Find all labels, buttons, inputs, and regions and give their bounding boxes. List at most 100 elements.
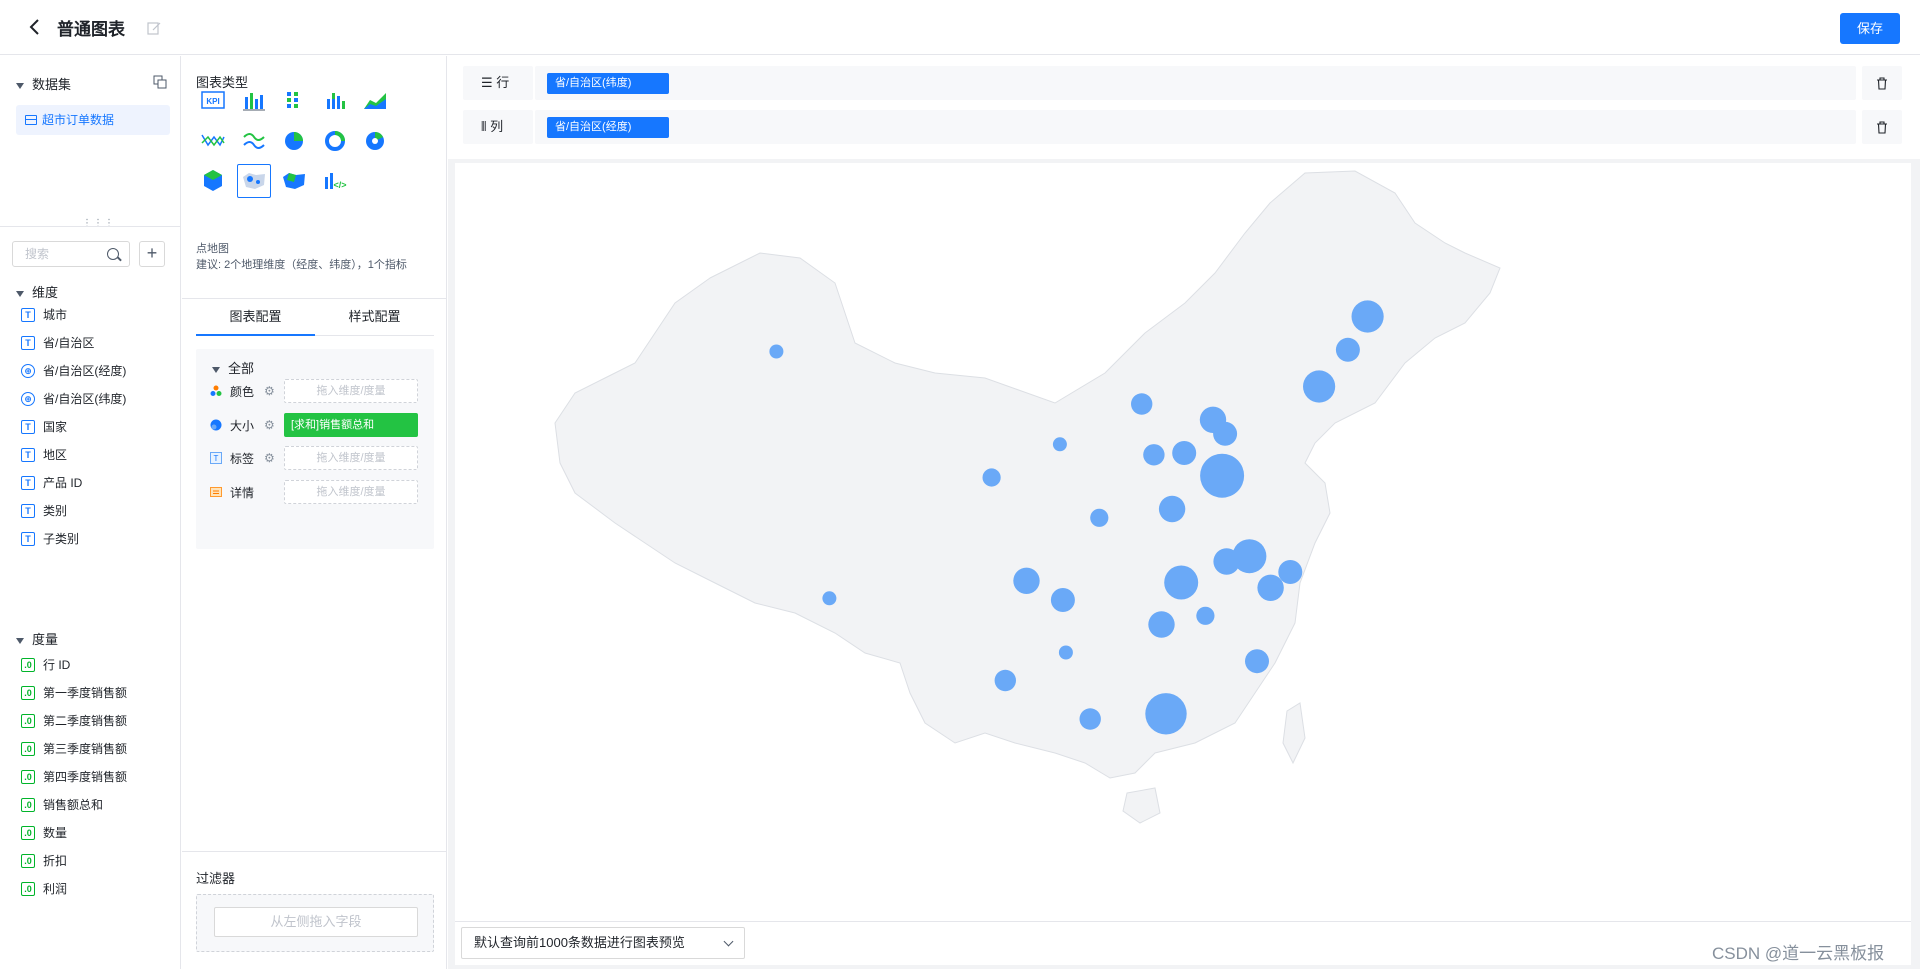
column-shelf-drop[interactable]: 省/自治区(经度) (535, 110, 1856, 144)
dimension-field[interactable]: ⊕ 省/自治区(纬度) (21, 389, 126, 409)
measure-field[interactable]: .0 第三季度销售额 (21, 739, 127, 759)
map-bubble[interactable] (822, 591, 837, 606)
dimension-field[interactable]: T 产品 ID (21, 473, 82, 493)
map-bubble[interactable] (1145, 693, 1187, 735)
preview-limit-select[interactable]: 默认查询前1000条数据进行图表预览 (461, 927, 745, 959)
map-bubble[interactable] (1278, 560, 1303, 584)
filter-drop-zone[interactable]: 从左侧拖入字段 (196, 894, 434, 952)
map-bubble[interactable] (1303, 370, 1336, 403)
map-bubble[interactable] (1050, 588, 1075, 612)
map-bubble[interactable] (994, 669, 1016, 692)
chart-type-option[interactable] (358, 124, 392, 158)
map-bubble[interactable] (1090, 508, 1109, 527)
map-bubble[interactable] (1143, 444, 1165, 466)
filter-title: 过滤器 (196, 871, 236, 886)
text-field-icon: T (21, 336, 35, 350)
measure-field[interactable]: .0 数量 (21, 823, 67, 843)
dimension-field[interactable]: T 类别 (21, 501, 67, 521)
dimension-field[interactable]: T 子类别 (21, 529, 79, 549)
point-map-icon (242, 173, 265, 189)
chart-type-option[interactable] (277, 84, 311, 118)
map-bubble[interactable] (1172, 441, 1197, 465)
chart-type-option[interactable] (318, 84, 352, 118)
chart-type-option[interactable] (277, 124, 311, 158)
row-delete-button[interactable] (1862, 66, 1902, 100)
map-bubble[interactable] (1058, 645, 1073, 660)
chart-type-option[interactable] (196, 164, 230, 198)
resize-handle[interactable]: ⋮⋮⋮ (82, 218, 115, 229)
dimension-field[interactable]: T 国家 (21, 417, 67, 437)
dimension-field[interactable]: T 城市 (21, 305, 67, 325)
map-bubble[interactable] (1131, 393, 1153, 415)
map-bubble[interactable] (1335, 337, 1360, 362)
map-bubble[interactable] (1351, 300, 1384, 333)
gear-icon[interactable]: ⚙ (264, 451, 275, 465)
dimension-field[interactable]: T 省/自治区 (21, 333, 94, 353)
measure-field[interactable]: .0 第一季度销售额 (21, 683, 127, 703)
chart-type-option[interactable] (237, 124, 271, 158)
chart-type-option[interactable] (236, 164, 271, 198)
dimension-field[interactable]: ⊕ 省/自治区(经度) (21, 361, 126, 381)
dimension-section-title[interactable]: 维度 (16, 282, 58, 301)
text-field-icon: T (21, 308, 35, 322)
dataset-section-title[interactable]: 数据集 (16, 74, 71, 93)
label-drop-zone[interactable]: 拖入维度/度量 (284, 446, 418, 470)
map-bubble[interactable] (1164, 565, 1199, 600)
gear-icon[interactable]: ⚙ (264, 418, 275, 432)
map-bubble[interactable] (1013, 567, 1040, 594)
chart-type-option[interactable] (277, 164, 311, 198)
map-bubble[interactable] (1245, 649, 1269, 674)
back-arrow-icon[interactable] (24, 16, 46, 38)
dataset-item[interactable]: 超市订单数据 (16, 105, 170, 135)
chart-type-option[interactable] (358, 84, 392, 118)
detail-drop-zone[interactable]: 拖入维度/度量 (284, 480, 418, 504)
header-bar: 普通图表 保存 (0, 0, 1920, 55)
tab-style-config[interactable]: 样式配置 (315, 300, 434, 336)
chart-type-option[interactable] (237, 84, 271, 118)
chart-type-option[interactable] (318, 124, 352, 158)
watermark: CSDN @道一云黑板报 (1712, 944, 1885, 963)
chart-type-option[interactable]: KPI (196, 84, 230, 118)
column-delete-button[interactable] (1862, 110, 1902, 144)
add-field-button[interactable]: + (139, 241, 165, 267)
measure-field[interactable]: .0 行 ID (21, 655, 70, 675)
map-bubble[interactable] (1200, 453, 1245, 498)
divider (0, 226, 181, 227)
map-bubble[interactable] (982, 468, 1001, 487)
config-group-all[interactable]: 全部 (212, 358, 254, 377)
color-drop-zone[interactable]: 拖入维度/度量 (284, 379, 418, 403)
chart-type-option[interactable]: </> (318, 164, 352, 198)
row-field-pill[interactable]: 省/自治区(纬度) (547, 73, 669, 94)
map-bubble[interactable] (1257, 574, 1284, 601)
svg-text:T: T (214, 454, 219, 463)
measure-field[interactable]: .0 利润 (21, 879, 67, 899)
map-bubble[interactable] (769, 344, 784, 359)
measure-field[interactable]: .0 销售额总和 (21, 795, 103, 815)
map-bubble[interactable] (1052, 437, 1067, 452)
map-bubble[interactable] (1079, 708, 1101, 730)
map-bubble[interactable] (1148, 611, 1175, 638)
field-search-input[interactable]: 搜索 (12, 241, 130, 267)
map-bubble[interactable] (1158, 495, 1186, 523)
size-field-pill[interactable]: [求和]销售额总和 (284, 413, 418, 437)
measure-field[interactable]: .0 折扣 (21, 851, 67, 871)
switch-dataset-icon[interactable] (153, 75, 167, 89)
measure-field[interactable]: .0 第二季度销售额 (21, 711, 127, 731)
tab-chart-config[interactable]: 图表配置 (196, 300, 315, 336)
save-button[interactable]: 保存 (1840, 13, 1900, 44)
china-map-shape (554, 170, 1501, 779)
gear-icon[interactable]: ⚙ (264, 384, 275, 398)
dimension-field[interactable]: T 地区 (21, 445, 67, 465)
row-shelf-drop[interactable]: 省/自治区(纬度) (535, 66, 1856, 100)
map-bubble[interactable] (1213, 548, 1240, 575)
chevron-down-icon (723, 936, 734, 947)
chart-type-option[interactable] (196, 124, 230, 158)
edit-icon[interactable] (146, 20, 162, 36)
measure-section-title[interactable]: 度量 (16, 629, 58, 648)
column-field-pill[interactable]: 省/自治区(经度) (547, 117, 669, 138)
map-bubble[interactable] (1196, 606, 1215, 625)
config-tabs: 图表配置 样式配置 (196, 300, 434, 336)
map-bubble[interactable] (1213, 421, 1238, 446)
map-canvas[interactable] (455, 163, 1911, 921)
measure-field[interactable]: .0 第四季度销售额 (21, 767, 127, 787)
